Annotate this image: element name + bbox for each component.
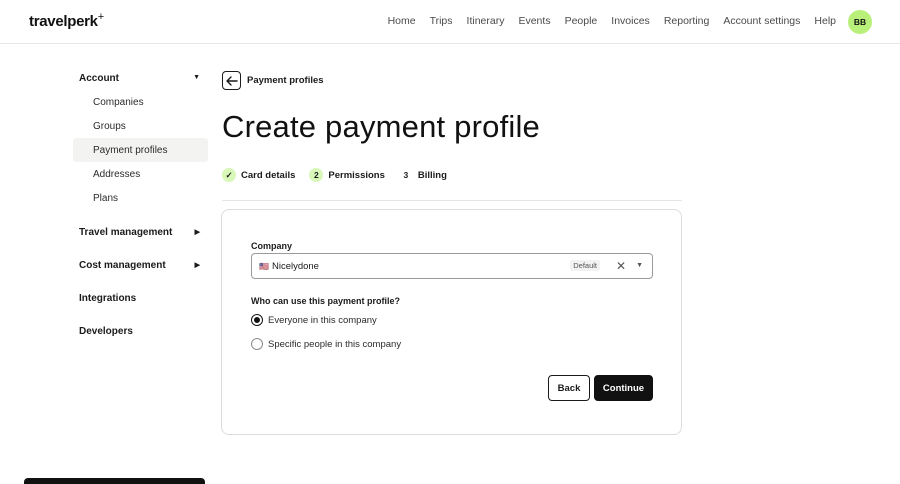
step-number: 2 bbox=[309, 168, 324, 182]
nav-itinerary[interactable]: Itinerary bbox=[467, 15, 505, 27]
sidebar-section-label: Integrations bbox=[79, 292, 137, 304]
sidebar-section-developers[interactable]: Developers bbox=[73, 319, 208, 343]
step-number: 3 bbox=[403, 170, 409, 180]
sidebar-section-label: Cost management bbox=[79, 259, 166, 271]
nav-invoices[interactable]: Invoices bbox=[611, 15, 650, 27]
step-check-icon: ✓ bbox=[222, 168, 236, 182]
back-button[interactable]: Back bbox=[548, 375, 590, 401]
breadcrumb-label[interactable]: Payment profiles bbox=[247, 75, 324, 86]
continue-button[interactable]: Continue bbox=[594, 375, 653, 401]
step-label: Card details bbox=[241, 169, 296, 181]
back-arrow-button[interactable] bbox=[222, 71, 241, 90]
nav-account-settings[interactable]: Account settings bbox=[723, 15, 800, 27]
sidebar-section-label: Account bbox=[79, 72, 119, 84]
radio-button[interactable] bbox=[251, 338, 263, 350]
user-avatar[interactable]: BB bbox=[848, 10, 872, 34]
top-navigation-bar: travelperk+ Home Trips Itinerary Events … bbox=[0, 0, 900, 44]
nav-help[interactable]: Help bbox=[814, 15, 836, 27]
sidebar-item-groups[interactable]: Groups bbox=[73, 114, 208, 138]
clear-icon[interactable]: ✕ bbox=[616, 259, 626, 273]
caret-down-icon: ▼ bbox=[193, 74, 200, 81]
settings-sidebar: Account ▼ Companies Groups Payment profi… bbox=[73, 66, 208, 343]
step-card-details[interactable]: ✓ Card details bbox=[222, 168, 295, 182]
company-select[interactable]: 🇺🇸 Nicelydone Default ✕ ▼ bbox=[251, 253, 653, 279]
radio-option-everyone[interactable]: Everyone in this company bbox=[251, 314, 377, 326]
nav-people[interactable]: People bbox=[565, 15, 598, 27]
radio-option-specific-people[interactable]: Specific people in this company bbox=[251, 338, 401, 350]
logo-plus-mark: + bbox=[97, 11, 104, 23]
radio-label: Everyone in this company bbox=[268, 314, 377, 326]
step-billing[interactable]: 3 Billing bbox=[399, 168, 447, 182]
sidebar-section-label: Travel management bbox=[79, 226, 173, 238]
chevron-down-icon[interactable]: ▼ bbox=[636, 262, 643, 269]
step-permissions[interactable]: 2 Permissions bbox=[309, 168, 385, 182]
stepper-divider bbox=[222, 200, 682, 201]
sidebar-item-plans[interactable]: Plans bbox=[73, 186, 208, 210]
page-title: Create payment profile bbox=[222, 109, 541, 144]
nav-reporting[interactable]: Reporting bbox=[664, 15, 710, 27]
sidebar-section-label: Developers bbox=[79, 325, 133, 337]
sidebar-section-account[interactable]: Account ▼ bbox=[73, 66, 208, 90]
caret-right-icon: ▶ bbox=[194, 229, 200, 236]
radio-label: Specific people in this company bbox=[268, 338, 402, 350]
step-label: Permissions bbox=[328, 169, 385, 181]
permissions-form-card: Company 🇺🇸 Nicelydone Default ✕ ▼ Who ca… bbox=[221, 209, 682, 435]
logo-text: travelperk bbox=[29, 13, 98, 30]
breadcrumb: Payment profiles bbox=[222, 71, 324, 90]
radio-button-checked[interactable] bbox=[251, 314, 263, 326]
nav-trips[interactable]: Trips bbox=[430, 15, 453, 27]
sidebar-section-cost-management[interactable]: Cost management ▶ bbox=[73, 253, 208, 277]
default-badge: Default bbox=[570, 260, 600, 271]
company-field-label: Company bbox=[251, 241, 293, 251]
sidebar-item-addresses[interactable]: Addresses bbox=[73, 162, 208, 186]
progress-stepper: ✓ Card details 2 Permissions 3 Billing bbox=[222, 168, 461, 182]
us-flag-icon: 🇺🇸 bbox=[259, 261, 269, 271]
nav-events[interactable]: Events bbox=[518, 15, 550, 27]
caret-right-icon: ▶ bbox=[194, 262, 200, 269]
travelperk-logo[interactable]: travelperk+ bbox=[29, 11, 104, 30]
who-can-use-label: Who can use this payment profile? bbox=[251, 296, 401, 306]
nav-home[interactable]: Home bbox=[388, 15, 416, 27]
sidebar-section-integrations[interactable]: Integrations bbox=[73, 286, 208, 310]
bottom-toast-bar bbox=[24, 478, 205, 484]
company-select-value: Nicelydone bbox=[271, 260, 319, 272]
step-label: Billing bbox=[417, 169, 447, 181]
main-nav: Home Trips Itinerary Events People Invoi… bbox=[388, 15, 836, 27]
sidebar-item-payment-profiles[interactable]: Payment profiles bbox=[73, 138, 208, 162]
sidebar-item-companies[interactable]: Companies bbox=[73, 90, 208, 114]
sidebar-section-travel-management[interactable]: Travel management ▶ bbox=[73, 220, 208, 244]
arrow-left-icon bbox=[225, 75, 238, 86]
